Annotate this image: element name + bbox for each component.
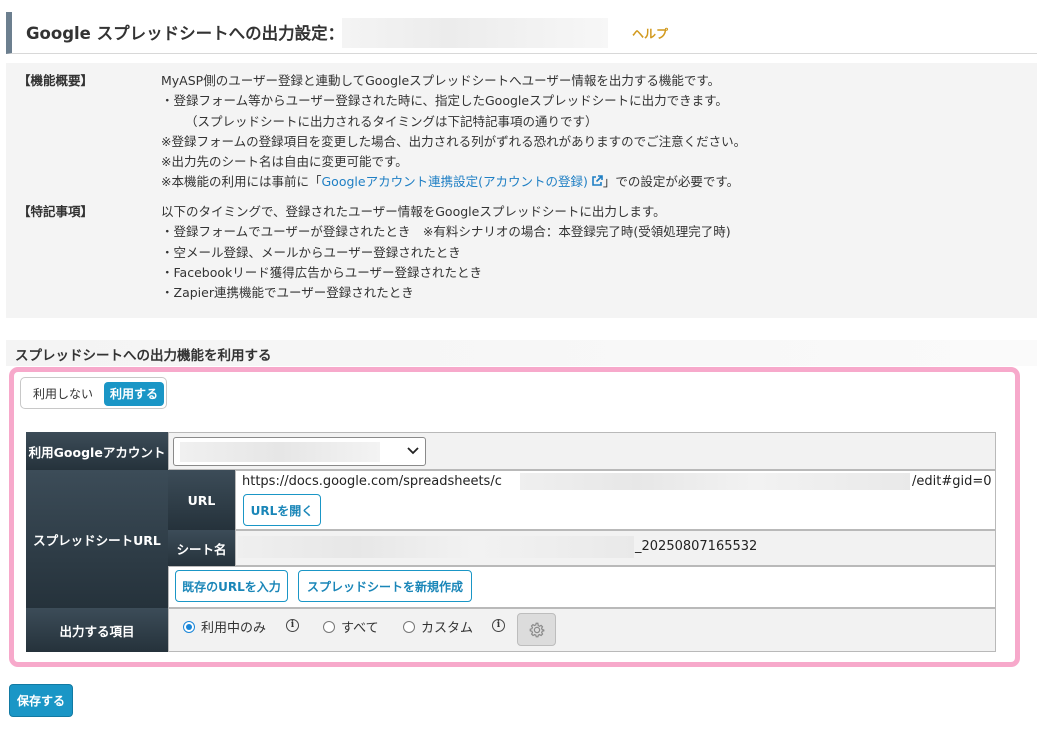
open-url-button[interactable]: URLを開く [243,494,321,526]
new-spreadsheet-button[interactable]: スプレッドシートを新規作成 [298,570,472,602]
radio-custom-circle[interactable] [403,620,415,633]
url-actions-cell [168,566,996,608]
gear-icon [529,622,544,637]
radio-in-use-circle[interactable] [183,620,195,633]
google-account-link[interactable]: Googleアカウント連携設定(アカウントの登録) [321,174,603,190]
redacted-account-value [180,442,380,462]
notes-line: ・Zapier連携機能でユーザー登録されたとき [161,285,414,301]
toggle-on-button[interactable]: 利用する [104,382,164,406]
notes-text: 以下のタイミングで、登録されたユーザー情報をGoogleスプレッドシートに出力し… [161,202,731,303]
toggle-off-button[interactable]: 利用しない [25,382,101,406]
link-prefix: ※本機能の利用には事前に「 [161,174,322,190]
google-account-link-text: Googleアカウント連携設定(アカウントの登録) [321,174,588,190]
radio-all[interactable]: すべて [323,617,379,636]
account-select[interactable] [173,437,426,466]
save-button[interactable]: 保存する [9,684,73,717]
sheet-name-label: シート名 [168,530,235,566]
chevron-down-icon [407,447,419,455]
overview-line: MyASP側のユーザー登録と連動してGoogleスプレッドシートへユーザー情報を… [161,73,721,88]
radio-custom[interactable]: カスタム [403,617,473,636]
notes-line: ・登録フォームでユーザーが登録されたとき ※有料シナリオの場合：本登録完了時(受… [161,224,731,240]
redacted-title-value [342,18,608,48]
url-prefix-text: https://docs.google.com/spreadsheets/c [242,474,502,489]
account-label: 利用Googleアカウント [26,432,168,470]
notes-label: 【特記事項】 [18,204,94,219]
existing-url-button[interactable]: 既存のURLを入力 [175,570,288,602]
overview-line-link: ※本機能の利用には事前に「Googleアカウント連携設定(アカウントの登録) 」で… [161,172,746,192]
output-items-label: 出力する項目 [26,608,168,652]
notes-line: ・空メール登録、メールからユーザー登録されたとき [161,244,461,260]
page-header: Google スプレッドシートへの出力設定： ヘルプ [6,12,1037,54]
redacted-sheet-name [238,536,634,558]
notes-line: ・Facebookリード獲得広告からユーザー登録されたとき [161,264,482,280]
overview-text: MyASP側のユーザー登録と連動してGoogleスプレッドシートへユーザー情報を… [161,71,746,193]
radio-in-use-label: 利用中のみ [201,621,267,636]
usage-toggle: 利用しない 利用する [20,377,167,409]
radio-all-circle[interactable] [323,620,335,633]
external-link-icon [592,175,603,187]
notes-line: 以下のタイミングで、登録されたユーザー情報をGoogleスプレッドシートに出力し… [161,204,666,219]
custom-settings-button[interactable] [517,613,556,646]
radio-custom-label: カスタム [421,621,474,636]
info-in-use-icon[interactable]: i [286,619,299,632]
overview-line: ※出力先のシート名は自由に変更可能です。 [161,154,408,170]
url-suffix-text: /edit#gid=0 [912,474,992,489]
overview-line: （スプレッドシートに出力されるタイミングは下記特記事項の通りです） [185,113,598,129]
help-link[interactable]: ヘルプ [632,25,668,42]
overview-label: 【機能概要】 [18,73,94,88]
section-title: スプレッドシートへの出力機能を利用する [6,340,1037,366]
radio-all-label: すべて [341,621,379,636]
overview-line: ・登録フォーム等からユーザー登録された時に、指定したGoogleスプレッドシート… [161,93,728,109]
spreadsheet-url-label: スプレッドシートURL [26,470,168,608]
info-custom-icon[interactable]: i [492,619,505,632]
sheet-name-suffix: _20250807165532 [635,539,758,554]
link-suffix: 」での設定が必要です。 [602,174,740,190]
info-panel: 【機能概要】 MyASP側のユーザー登録と連動してGoogleスプレッドシートへ… [6,63,1037,318]
redacted-url-id [520,473,910,490]
radio-in-use[interactable]: 利用中のみ [183,617,266,636]
url-label: URL [168,470,235,530]
overview-line: ※登録フォームの登録項目を変更した場合、出力される列がずれる恐れがありますのでご… [161,133,747,149]
page-title: Google スプレッドシートへの出力設定： [26,24,345,43]
